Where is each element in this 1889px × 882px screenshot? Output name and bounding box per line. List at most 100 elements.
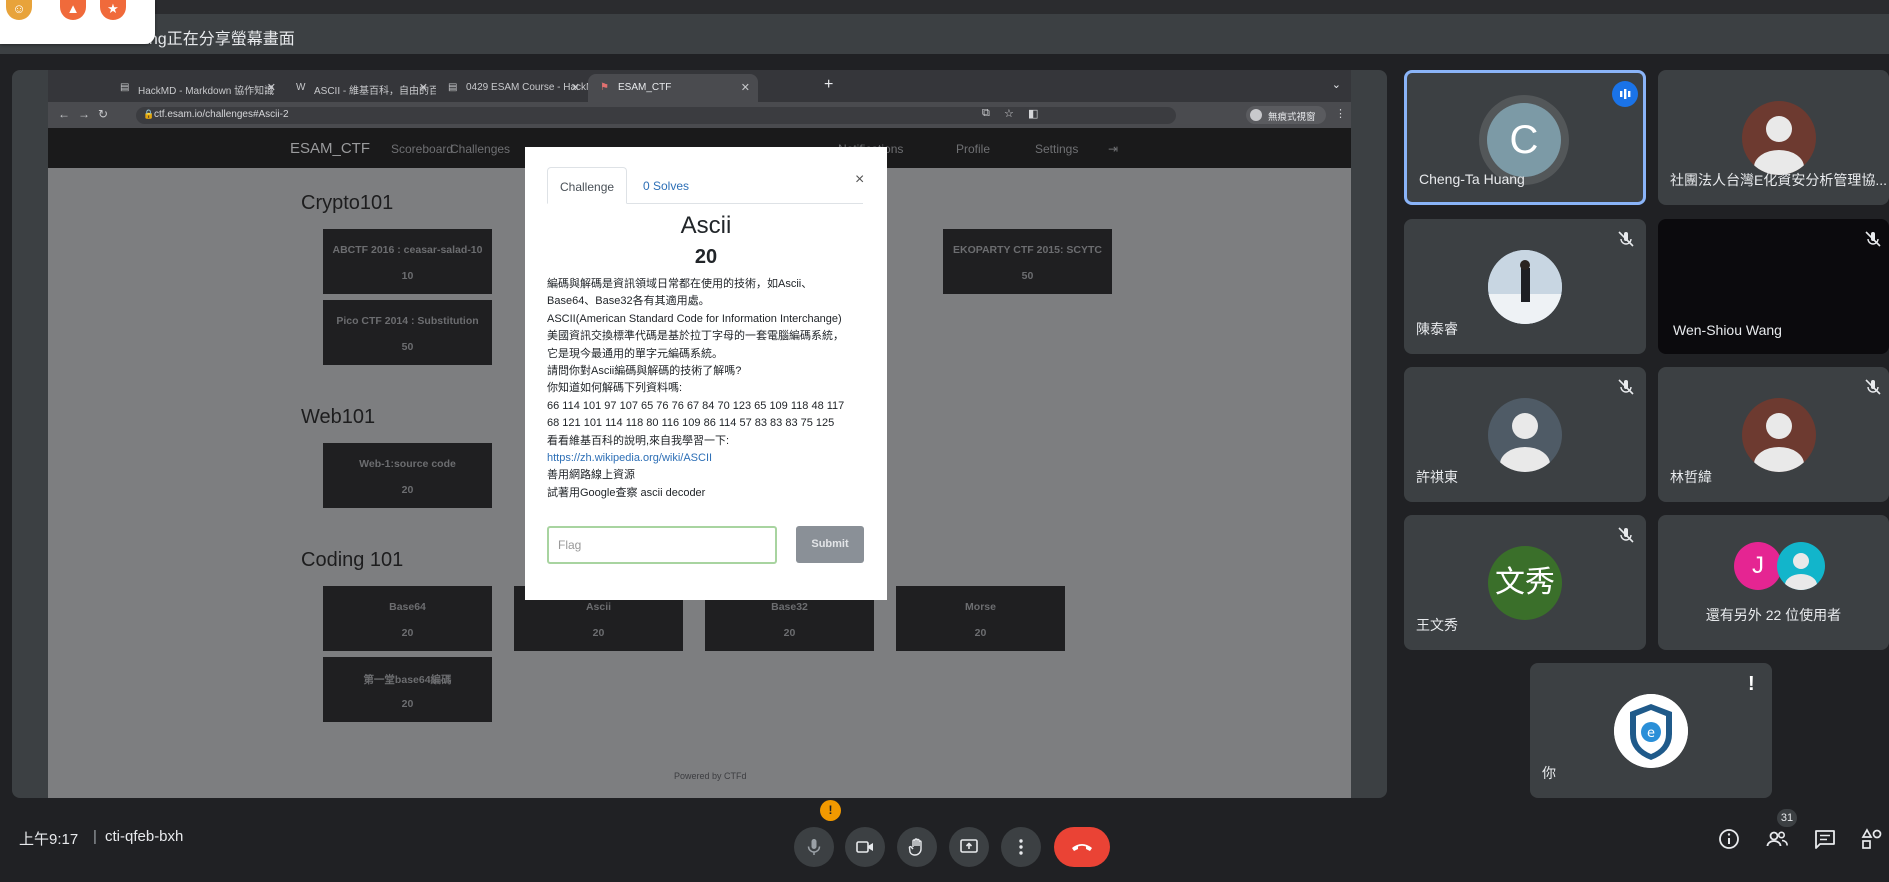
forward-icon[interactable]: → (78, 107, 90, 121)
raise-hand-button[interactable] (897, 827, 937, 867)
incognito-profile-chip[interactable]: 無痕式視窗 (1246, 106, 1326, 124)
more-vert-icon[interactable]: ⋮ (1335, 107, 1346, 120)
close-tab-icon[interactable]: ✕ (267, 81, 276, 94)
chevron-down-icon[interactable]: ⌄ (1332, 78, 1341, 91)
chat-icon[interactable] (1813, 827, 1837, 851)
speaking-indicator-icon (1612, 81, 1638, 107)
category-title: Crypto101 (301, 192, 394, 214)
top-strip (0, 0, 1889, 14)
tab-label: 0429 ESAM Course - HackMD (466, 82, 588, 93)
profile-label: 無痕式視窗 (1268, 112, 1316, 123)
url-field[interactable]: 🔒 ctf.esam.io/challenges#Ascii-2 (136, 107, 1176, 124)
participant-tile[interactable]: 林哲緯 (1658, 367, 1889, 502)
challenge-card[interactable]: Web-1:source code 20 (323, 443, 492, 508)
shared-browser-window: ▤ HackMD - Markdown 協作知識 ✕ W ASCII - 維基百… (48, 70, 1351, 798)
submit-button[interactable]: Submit (796, 526, 864, 563)
meeting-details-icon[interactable] (1717, 827, 1741, 851)
camera-button[interactable] (845, 827, 885, 867)
challenge-card[interactable]: Morse 20 (896, 586, 1065, 651)
tab-label: ASCII - 維基百科，自由的百科全 (314, 86, 436, 97)
powered-by: Powered by CTFd (674, 771, 747, 781)
back-icon[interactable]: ← (58, 107, 70, 121)
bookmark-star-icon[interactable]: ☆ (1004, 107, 1014, 120)
url-text: ctf.esam.io/challenges#Ascii-2 (154, 109, 289, 120)
challenge-card[interactable]: EKOPARTY CTF 2015: SCYTC 50 (943, 229, 1112, 294)
category-title: Web101 (301, 406, 376, 428)
microphone-icon (807, 839, 821, 855)
nav-challenges[interactable]: Challenges (450, 142, 510, 156)
ctf-brand[interactable]: ESAM_CTF (290, 140, 370, 157)
challenge-card[interactable]: Base64 20 (323, 586, 492, 651)
mic-off-icon (1616, 377, 1636, 397)
wikipedia-link[interactable]: https://zh.wikipedia.org/wiki/ASCII (547, 452, 712, 464)
avatar: C (1487, 103, 1561, 177)
star-badge-icon[interactable]: ★ (100, 0, 126, 20)
browser-tab-hackmd[interactable]: ▤ HackMD - Markdown 協作知識 ✕ (108, 74, 284, 102)
nav-scoreboard[interactable]: Scoreboard (391, 142, 453, 156)
close-icon[interactable]: × (855, 171, 864, 189)
challenge-value: 20 (401, 627, 414, 639)
nav-profile[interactable]: Profile (956, 142, 990, 156)
participant-tile[interactable]: Wen-Shiou Wang (1658, 219, 1889, 354)
sidepanel-icon[interactable]: ◧ (1028, 107, 1038, 120)
participant-tile[interactable]: 陳泰睿 (1404, 219, 1646, 354)
warning-icon[interactable]: ! (1748, 673, 1755, 696)
challenge-card[interactable]: 第一堂base64編碼 20 (323, 657, 492, 722)
extension-popup: ☺ ▲ ★ (0, 0, 155, 44)
avatar: 文秀 (1488, 546, 1562, 620)
browser-tab-esam-ctf[interactable]: ⚑ ESAM_CTF ✕ (588, 74, 758, 102)
document-icon: ▤ (120, 82, 130, 93)
browser-tab-wikipedia[interactable]: W ASCII - 維基百科，自由的百科全 ✕ (284, 74, 436, 102)
avatar (1777, 542, 1825, 590)
logout-icon[interactable]: ⇥ (1108, 142, 1118, 156)
people-icon[interactable] (1765, 827, 1789, 851)
present-screen-button[interactable] (949, 827, 989, 867)
microphone-button[interactable] (794, 827, 834, 867)
modal-tabs: Challenge 0 Solves (547, 167, 863, 204)
challenge-name: ABCTF 2016 : ceasar-salad-10 (332, 244, 483, 256)
tab-challenge[interactable]: Challenge (547, 167, 628, 204)
triangle-icon[interactable]: ▲ (60, 0, 86, 20)
ctf-flag-icon: ⚑ (600, 82, 609, 93)
svg-text:e: e (1647, 726, 1655, 741)
participant-name: 你 (1542, 765, 1556, 781)
nav-settings[interactable]: Settings (1035, 142, 1078, 156)
close-tab-icon[interactable]: ✕ (419, 81, 428, 94)
browser-tab-esam-course[interactable]: ▤ 0429 ESAM Course - HackMD ✕ (436, 74, 588, 102)
participant-tile[interactable]: C Cheng-Ta Huang (1404, 70, 1646, 205)
participant-tile[interactable]: 文秀 王文秀 (1404, 515, 1646, 650)
more-options-button[interactable] (1001, 827, 1041, 867)
emoji-icon[interactable]: ☺ (6, 0, 32, 20)
reload-icon[interactable]: ↻ (98, 107, 108, 121)
challenge-value: 50 (1021, 270, 1034, 282)
description-line: 它是現今最通用的單字元編碼系統。 (547, 347, 723, 360)
tab-label: ESAM_CTF (618, 82, 672, 93)
challenge-points: 20 (694, 246, 718, 268)
avatar: e (1614, 694, 1688, 768)
new-tab-icon[interactable]: + (824, 76, 833, 94)
browser-tab-strip: ▤ HackMD - Markdown 協作知識 ✕ W ASCII - 維基百… (48, 70, 1351, 102)
translate-icon[interactable]: ⧉ (982, 107, 990, 120)
leave-call-button[interactable] (1054, 827, 1110, 867)
close-tab-icon[interactable]: ✕ (741, 81, 750, 94)
participant-tile[interactable]: 社團法人台灣E化資安分析管理協... (1658, 70, 1889, 205)
notification-badge[interactable]: ! (820, 800, 841, 821)
description-line: 編碼與解碼是資訊領域日常都在使用的技術，如Ascii、 (547, 278, 813, 290)
more-participants-tile[interactable]: J 還有另外 22 位使用者 (1658, 515, 1889, 650)
meeting-code: cti-qfeb-bxh (105, 828, 184, 845)
description-line: 68 121 101 114 118 80 116 109 86 114 57 … (547, 417, 835, 430)
presenting-banner: ang正在分享螢幕畫面 (0, 14, 1889, 54)
avatar (1488, 250, 1562, 324)
self-tile[interactable]: e ! 你 (1530, 663, 1772, 798)
close-tab-icon[interactable]: ✕ (571, 81, 580, 94)
flag-input[interactable]: Flag (547, 526, 777, 564)
description-line: 66 114 101 97 107 65 76 76 67 84 70 123 … (547, 399, 845, 412)
lock-icon: 🔒 (143, 109, 155, 119)
challenge-card[interactable]: ABCTF 2016 : ceasar-salad-10 10 (323, 229, 492, 294)
tab-solves[interactable]: 0 Solves (631, 167, 701, 204)
participant-name: 王文秀 (1416, 617, 1458, 633)
presenting-text: ang正在分享螢幕畫面 (140, 31, 295, 48)
participant-tile[interactable]: 許祺東 (1404, 367, 1646, 502)
challenge-card[interactable]: Pico CTF 2014 : Substitution 50 (323, 300, 492, 365)
activities-icon[interactable] (1860, 827, 1884, 851)
